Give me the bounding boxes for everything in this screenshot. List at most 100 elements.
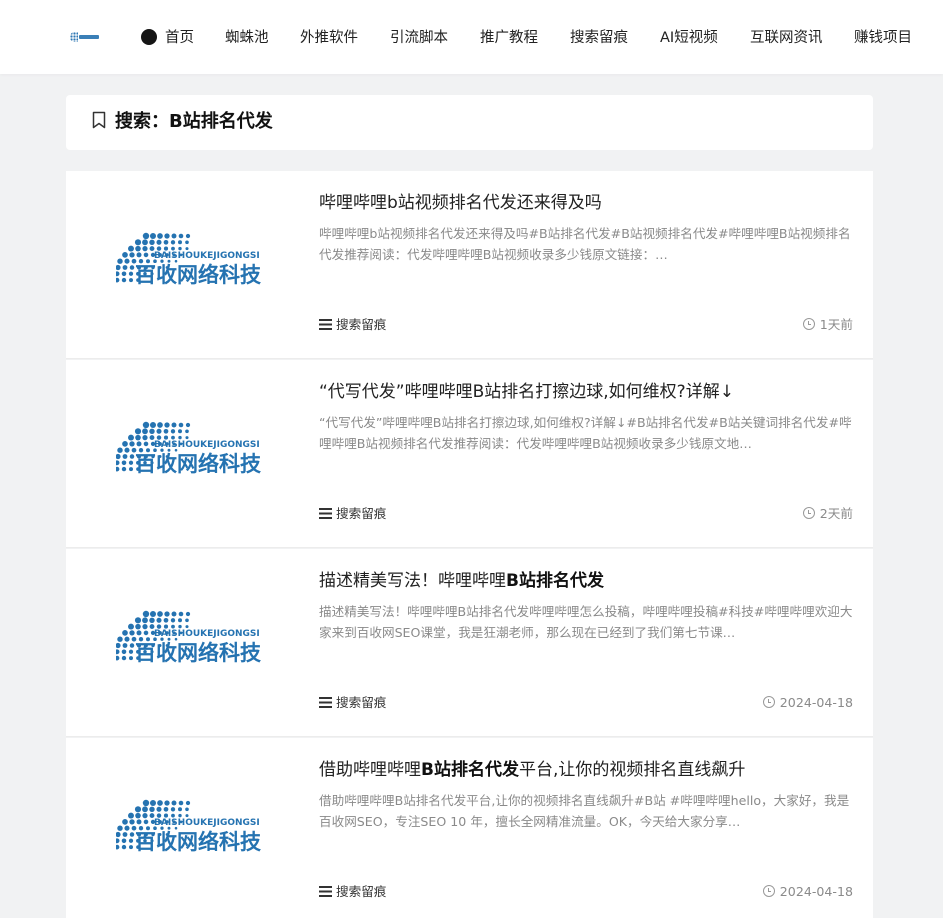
logo-dot	[178, 813, 182, 818]
menu-list-icon	[319, 319, 332, 330]
menu-list-icon	[319, 697, 332, 708]
post-thumbnail[interactable]: BAISHOUKEJIGONGSI 百收网络科技	[116, 799, 271, 855]
bookmark-icon	[92, 111, 106, 129]
post-time-label: 2天前	[819, 506, 853, 521]
nav-item-traffic-script[interactable]: 引流脚本	[390, 27, 448, 49]
post-category-link[interactable]: 搜索留痕	[319, 694, 386, 712]
post-category-link[interactable]: 搜索留痕	[319, 505, 386, 523]
logo-dot	[121, 460, 127, 466]
logo-dot	[122, 832, 128, 837]
logo-dot	[121, 838, 127, 844]
clock-icon	[762, 696, 775, 708]
logo-dot	[135, 245, 141, 252]
logo-dot	[170, 807, 176, 812]
logo-dot	[116, 831, 121, 838]
logo-dot	[178, 807, 182, 812]
post-thumbnail[interactable]: BAISHOUKEJIGONGSI 百收网络科技	[116, 232, 271, 288]
logo-dot	[185, 247, 189, 251]
logo-dot	[171, 422, 177, 428]
logo-dot	[129, 845, 133, 850]
post-time: 1天前	[802, 316, 853, 334]
post-title[interactable]: 描述精美写法！哔哩哔哩B站排名代发	[319, 568, 859, 594]
logo-dot	[129, 819, 135, 825]
post-category-label: 搜索留痕	[336, 884, 387, 899]
logo-dot	[185, 429, 189, 434]
logo-dot	[116, 649, 120, 655]
logo-dot	[121, 271, 127, 277]
clock-icon	[762, 885, 775, 897]
post-title-text: 哔哩哔哩b站视频排名代发还来得及吗	[319, 193, 602, 213]
logo-dot	[171, 611, 177, 617]
post-card-4: BAISHOUKEJIGONGSI 百收网络科技 借助哔哩哔哩B站排名代发平台,…	[66, 738, 873, 918]
logo-dot	[178, 422, 184, 428]
logo-dot	[128, 649, 134, 654]
nav-item-promo-tutorial[interactable]: 推广教程	[480, 27, 538, 49]
site-logo[interactable]	[70, 30, 100, 44]
logo-dot	[149, 806, 155, 813]
menu-list-icon	[319, 508, 332, 519]
post-thumbnail[interactable]: BAISHOUKEJIGONGSI 百收网络科技	[116, 421, 271, 477]
logo-dot	[128, 460, 134, 465]
post-card-1: BAISHOUKEJIGONGSI 百收网络科技 哔哩哔哩b站视频排名代发还来得…	[66, 171, 873, 359]
logo-dot	[129, 467, 133, 472]
logo-dot	[178, 435, 182, 440]
post-time-label: 2024-04-18	[779, 695, 853, 710]
logo-dot	[143, 819, 149, 825]
logo-dot	[185, 625, 189, 629]
logo-dot	[129, 252, 135, 258]
nav-item-search-trace[interactable]: 搜索留痕	[570, 27, 628, 49]
logo-dot	[143, 252, 149, 258]
top-nav-bar: 首页 蜘蛛池 外推软件 引流脚本 推广教程 搜索留痕 AI短视频 互联网资讯 赚…	[0, 0, 943, 74]
logo-dot	[149, 421, 157, 429]
logo-dot	[142, 435, 148, 441]
logo-dot	[142, 239, 148, 246]
nav-item-internet-news[interactable]: 互联网资讯	[750, 27, 823, 49]
post-title[interactable]: 哔哩哔哩b站视频排名代发还来得及吗	[319, 190, 859, 216]
post-thumbnail[interactable]: BAISHOUKEJIGONGSI 百收网络科技	[116, 610, 271, 666]
logo-dot	[178, 246, 182, 251]
post-category-link[interactable]: 搜索留痕	[319, 883, 386, 901]
logo-dot	[121, 649, 127, 655]
brand-english-text: BAISHOUKEJIGONGSI	[154, 440, 260, 450]
logo-dot	[185, 807, 189, 812]
logo-dot	[149, 799, 157, 807]
brand-chinese-text: 百收网络科技	[135, 263, 262, 287]
logo-dot	[170, 618, 176, 623]
post-category-link[interactable]: 搜索留痕	[319, 316, 386, 334]
logo-dot	[117, 636, 123, 642]
logo-dot	[134, 239, 142, 246]
logo-dot	[128, 271, 134, 276]
post-title-highlight: B站排名代发	[421, 760, 519, 780]
brand-chinese-text: 百收网络科技	[135, 452, 262, 476]
logo-dot	[185, 436, 189, 440]
logo-dot	[142, 610, 150, 618]
logo-dot	[178, 624, 182, 629]
logo-dot	[136, 252, 142, 258]
post-title[interactable]: “代写代发”哔哩哔哩B站排名打擦边球,如何维权?详解↓	[319, 379, 859, 405]
logo-dot	[136, 630, 142, 636]
logo-dot	[128, 623, 134, 630]
logo-dot	[164, 611, 170, 617]
logo-dot	[134, 806, 142, 813]
logo-dot	[129, 656, 133, 661]
logo-dot	[142, 246, 148, 252]
search-result-header: 搜索：B站排名代发	[66, 95, 873, 150]
logo-dot	[135, 623, 141, 630]
nav-item-ai-video[interactable]: AI短视频	[660, 27, 718, 49]
post-time: 2024-04-18	[762, 883, 853, 901]
nav-item-spider-pool[interactable]: 蜘蛛池	[225, 27, 269, 49]
logo-dot	[171, 233, 177, 239]
brand-chinese-text: 百收网络科技	[135, 830, 262, 854]
logo-dot	[122, 454, 128, 459]
logo-dot	[149, 239, 155, 246]
post-title[interactable]: 借助哔哩哔哩B站排名代发平台,让你的视频排名直线飙升	[319, 757, 859, 783]
logo-dot	[129, 643, 135, 648]
post-category-label: 搜索留痕	[336, 317, 387, 332]
nav-item-money-projects[interactable]: 赚钱项目	[854, 27, 912, 49]
logo-dot	[122, 819, 128, 825]
logo-dot	[156, 806, 162, 812]
nav-item-home[interactable]: 首页	[141, 27, 194, 49]
logo-dot	[116, 466, 120, 472]
logo-dot	[185, 618, 189, 623]
nav-item-promo-software[interactable]: 外推软件	[300, 27, 358, 49]
